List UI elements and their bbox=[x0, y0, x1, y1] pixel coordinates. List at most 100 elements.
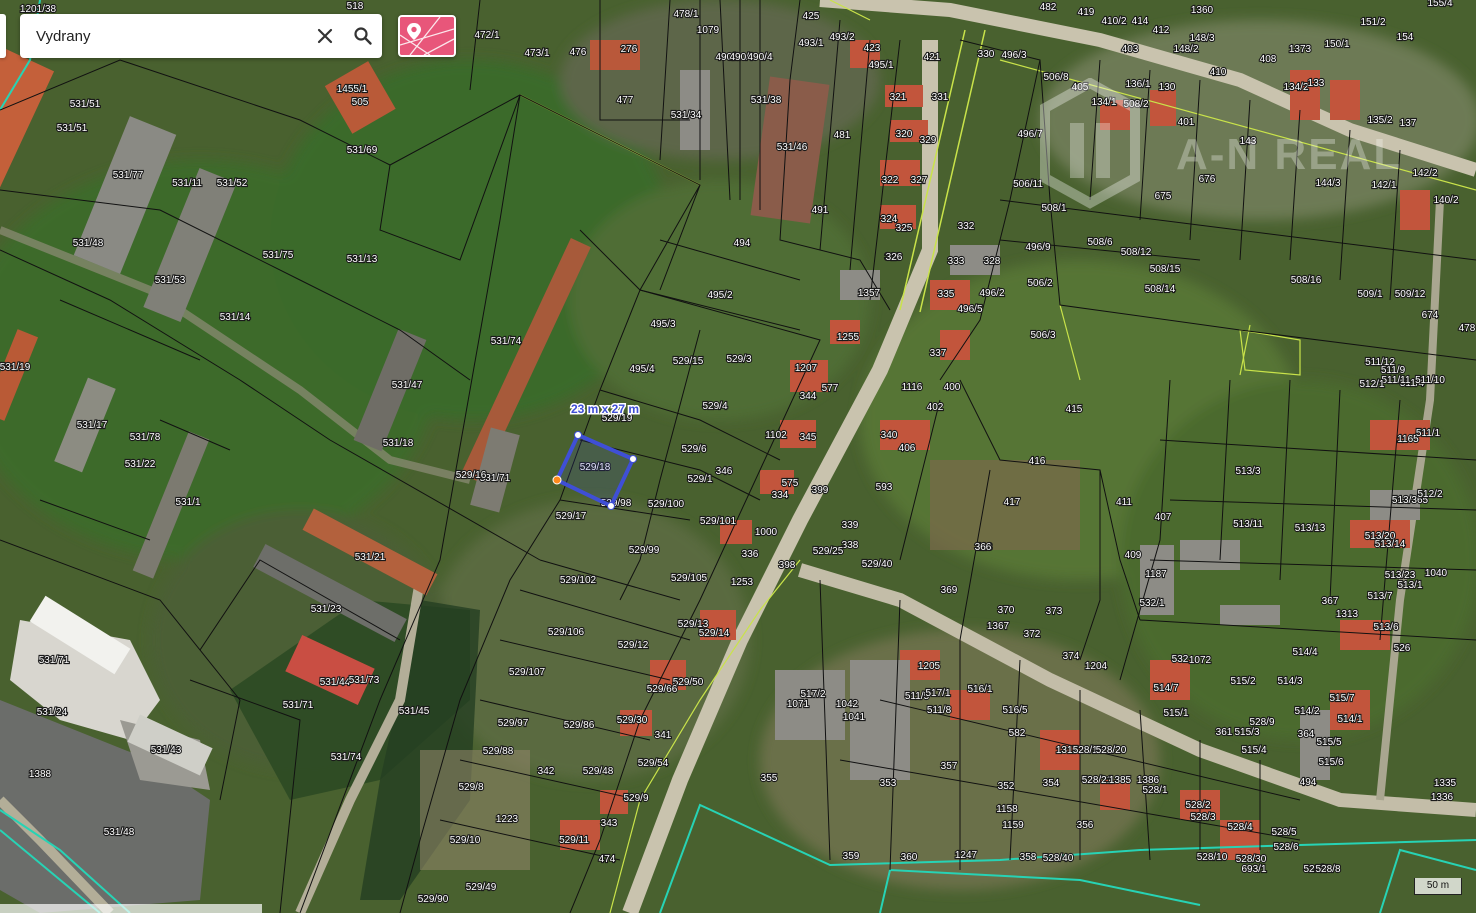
parcel-number-label: 352 bbox=[998, 781, 1015, 792]
parcel-number-label: 1159 bbox=[1002, 820, 1024, 831]
parcel-number-label: 412 bbox=[1153, 25, 1170, 36]
parcel-number-label: 529/17 bbox=[556, 511, 587, 522]
parcel-number-label: 531/71 bbox=[283, 700, 314, 711]
vertex-handle[interactable] bbox=[629, 455, 637, 463]
parcel-number-label: 518 bbox=[347, 1, 364, 12]
parcel-number-label: 508/12 bbox=[1121, 247, 1152, 258]
parcel-number-label: 1204 bbox=[1085, 661, 1108, 672]
parcel-number-label: 402 bbox=[927, 402, 944, 413]
parcel-number-label: 528/8 bbox=[1315, 864, 1340, 875]
parcel-number-label: 531/11 bbox=[172, 178, 202, 189]
parcel-number-label: 344 bbox=[800, 391, 817, 402]
parcel-number-label: 528/1 bbox=[1142, 785, 1167, 796]
search-icon bbox=[354, 27, 372, 45]
parcel-number-label: 529/90 bbox=[418, 894, 449, 905]
parcel-number-label: 505 bbox=[352, 97, 369, 108]
parcel-number-label: 133 bbox=[1308, 78, 1325, 89]
parcel-number-label: 416 bbox=[1029, 456, 1046, 467]
parcel-number-label: 325 bbox=[896, 223, 913, 234]
parcel-number-label: 1102 bbox=[765, 430, 787, 441]
parcel-number-label: 411 bbox=[1116, 497, 1132, 508]
parcel-number-label: 346 bbox=[716, 466, 733, 477]
satellite-map[interactable]: 1201/38 518472/1473/1 476 276477478/1107949… bbox=[0, 0, 1476, 913]
parcel-number-label: 405 bbox=[1072, 82, 1089, 93]
parcel-number-label: 529/12 bbox=[618, 640, 649, 651]
parcel-number-label: 508/15 bbox=[1150, 264, 1181, 275]
parcel-number-label: 330 bbox=[978, 49, 995, 60]
parcel-number-label: 514/1 bbox=[1337, 714, 1362, 725]
parcel-number-label: 531/74 bbox=[331, 752, 362, 763]
parcel-number-label: 130 bbox=[1159, 82, 1176, 93]
parcel-number-label: 410 bbox=[1210, 67, 1227, 78]
parcel-number-label: 529/101 bbox=[700, 516, 737, 527]
parcel-number-label: 531/48 bbox=[73, 238, 104, 249]
parcel-number-label: 513/1 bbox=[1397, 580, 1422, 591]
parcel-number-label: 508/14 bbox=[1145, 284, 1176, 295]
parcel-number-label: 360 bbox=[901, 852, 918, 863]
parcel-number-label: 506/2 bbox=[1027, 278, 1052, 289]
parcel-number-label: 508/1 bbox=[1041, 203, 1066, 214]
parcel-number-label: 327 bbox=[911, 175, 928, 186]
parcel-number-label: 140/2 bbox=[1433, 195, 1458, 206]
parcel-number-label: 1336 bbox=[1431, 792, 1454, 803]
parcel-number-label: 331 bbox=[932, 92, 949, 103]
parcel-number-label: 1357 bbox=[858, 288, 881, 299]
parcel-number-label: 508/6 bbox=[1087, 237, 1112, 248]
search-button[interactable] bbox=[344, 17, 382, 55]
parcel-number-label: 529/1 bbox=[687, 474, 712, 485]
parcel-number-label: 1042 bbox=[836, 699, 859, 710]
parcel-number-label: 529/14 bbox=[699, 628, 730, 639]
parcel-number-label: 531/51 bbox=[70, 99, 101, 110]
parcel-number-label: 514/4 bbox=[1292, 647, 1317, 658]
parcel-number-label: 358 bbox=[1020, 852, 1037, 863]
parcel-number-label: 509/1 bbox=[1357, 289, 1382, 300]
parcel-number-label: 529/54 bbox=[638, 758, 669, 769]
parcel-number-label: 531/44 bbox=[320, 677, 351, 688]
parcel-number-label: 490/4 bbox=[747, 52, 772, 63]
side-panel-toggle[interactable] bbox=[0, 14, 6, 58]
parcel-number-label: 1255 bbox=[837, 332, 860, 343]
vertex-handle-active[interactable] bbox=[552, 475, 562, 485]
parcel-number-label: 1367 bbox=[987, 621, 1010, 632]
layer-switch-button[interactable] bbox=[398, 15, 456, 57]
parcel-number-label: 148/2 bbox=[1173, 44, 1198, 55]
parcel-number-label: 526 bbox=[1394, 643, 1411, 654]
parcel-number-label: 482 bbox=[1040, 2, 1057, 13]
vertex-handle[interactable] bbox=[607, 502, 615, 510]
parcel-number-label: 495/2 bbox=[707, 290, 732, 301]
parcel-number-label: 531/52 bbox=[217, 178, 248, 189]
parcel-number-label: 531/34 bbox=[671, 110, 702, 121]
vertex-handle[interactable] bbox=[574, 431, 582, 439]
parcel-number-label: 142/1 bbox=[1371, 180, 1396, 191]
parcel-number-label: 674 bbox=[1422, 310, 1439, 321]
parcel-number-label: 513/11 bbox=[1233, 519, 1263, 530]
parcel-number-label: 423 bbox=[864, 43, 881, 54]
parcel-number-label: 512/1 bbox=[1359, 379, 1384, 390]
parcel-number-label: 478 bbox=[1459, 323, 1476, 334]
parcel-number-label: 529/100 bbox=[648, 499, 685, 510]
search-input[interactable] bbox=[34, 20, 306, 52]
parcel-number-label: 508/2 bbox=[1123, 99, 1148, 110]
parcel-number-label: 531/21 bbox=[355, 552, 386, 563]
parcel-number-label: 528/20 bbox=[1096, 745, 1127, 756]
parcel-number-label: 513/14 bbox=[1375, 539, 1406, 550]
parcel-number-label: 506/3 bbox=[1030, 330, 1055, 341]
parcel-number-label: 334 bbox=[772, 490, 789, 501]
parcel-number-label: 531/78 bbox=[130, 432, 161, 443]
parcel-number-label: 137 bbox=[1400, 118, 1417, 129]
parcel-number-label: 401 bbox=[1178, 117, 1195, 128]
parcel-number-label: 494 bbox=[734, 238, 751, 249]
parcel-number-label: 515/1 bbox=[1163, 708, 1188, 719]
parcel-number-label: 531/22 bbox=[125, 459, 156, 470]
parcel-number-label: 1040 bbox=[1425, 568, 1448, 579]
parcel-number-label: 517/1 bbox=[925, 688, 950, 699]
parcel-number-label: 425 bbox=[803, 11, 820, 22]
parcel-number-label: 409 bbox=[1125, 550, 1142, 561]
parcel-number-label: 531/71 bbox=[39, 655, 70, 666]
parcel-number-label: 1253 bbox=[731, 577, 754, 588]
parcel-number-label: 320 bbox=[896, 129, 913, 140]
parcel-number-label: 1360 bbox=[1191, 5, 1214, 16]
parcel-number-label: 529/25 bbox=[813, 546, 844, 557]
clear-button[interactable] bbox=[306, 17, 344, 55]
parcel-number-label: 528/40 bbox=[1043, 853, 1074, 864]
